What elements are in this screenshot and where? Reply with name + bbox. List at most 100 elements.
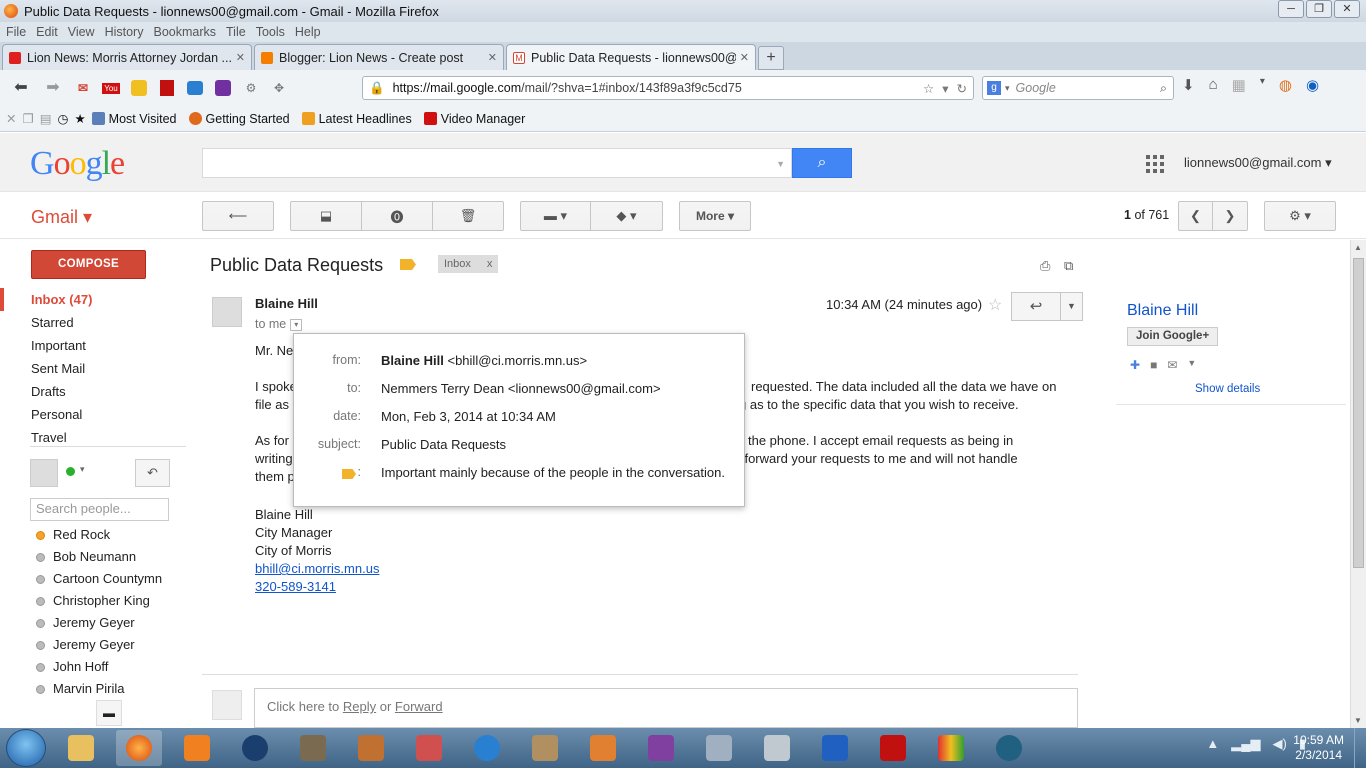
vertical-scrollbar[interactable]: ▲ ▼ [1350,240,1366,728]
reply-button[interactable]: ↩ [1011,292,1061,321]
home-icon[interactable]: ⌂ [1209,76,1218,94]
quick-reply-box[interactable]: Click here to Reply or Forward [254,688,1078,728]
snipping-taskbar-icon[interactable] [406,730,452,766]
nav-drafts[interactable]: Drafts [0,380,186,403]
new-tab-button[interactable]: + [758,46,784,70]
new-window-icon[interactable]: ⧉ [1064,258,1073,274]
status-dropdown-icon[interactable]: ▾ [80,464,85,475]
contact-item[interactable]: Cartoon Countymn [30,568,200,590]
malwarebytes-taskbar-icon[interactable] [812,730,858,766]
tile-icon[interactable]: ▦ [1232,76,1246,94]
firefox-taskbar-icon[interactable] [116,730,162,766]
acrobat-taskbar-icon[interactable] [870,730,916,766]
overflow-dropdown-icon[interactable]: ▾ [1260,76,1265,94]
contact-item[interactable]: Red Rock [30,524,200,546]
menu-view[interactable]: View [68,25,95,39]
gmail-search-input[interactable]: ▼ [202,148,792,178]
engine-dropdown-icon[interactable]: ▾ [1005,83,1010,94]
url-dropdown-icon[interactable]: ▾ [942,81,948,96]
star-icon[interactable]: ☆ [988,295,1002,315]
signature-email-link[interactable]: bhill@ci.morris.mn.us [255,560,379,578]
url-bar[interactable]: 🔒 https://mail.google.com/mail/?shva=1#i… [362,76,974,100]
bookmark-most-visited[interactable]: Most Visited [91,112,177,126]
books-taskbar-icon[interactable] [522,730,568,766]
search-options-icon[interactable]: ▼ [776,159,785,169]
bookmark-getting-started[interactable]: Getting Started [188,112,290,126]
newer-button[interactable]: ❮ [1178,201,1213,231]
addon-badge-icon[interactable]: ◉ [1306,76,1319,94]
contact-panel-name[interactable]: Blaine Hill [1127,302,1198,320]
archive-button[interactable]: ⬓ [290,201,362,231]
nav-personal[interactable]: Personal [0,403,186,426]
labels-button[interactable]: ◆ ▾ [590,201,663,231]
gear-toolbar-icon[interactable]: ⚙ [240,77,262,99]
cut-icon[interactable]: ✕ [6,111,16,126]
addon-globe-icon[interactable]: ◍ [1279,76,1292,94]
show-details-link[interactable]: Show details [1195,383,1260,395]
menu-edit[interactable]: Edit [36,25,58,39]
forward-icon[interactable]: ➡ [40,75,66,101]
forward-link[interactable]: Forward [395,699,443,714]
pdf-toolbar-icon[interactable] [156,77,178,99]
network-tool-taskbar-icon[interactable] [986,730,1032,766]
contact-item[interactable]: Marvin Pirila [30,678,200,700]
menu-tile[interactable]: Tile [226,25,246,39]
paint-taskbar-icon[interactable] [580,730,626,766]
winrar-taskbar-icon[interactable] [638,730,684,766]
volume-icon[interactable]: ◀) [1273,736,1287,752]
tab-lion-news[interactable]: Lion News: Morris Attorney Jordan ... ✕ [2,44,252,70]
scanner-taskbar-icon[interactable] [696,730,742,766]
menu-bookmarks[interactable]: Bookmarks [153,25,216,39]
account-menu[interactable]: lionnews00@gmail.com ▾ [1184,155,1332,171]
tray-expand-icon[interactable]: ▲ [1206,736,1219,752]
older-button[interactable]: ❯ [1212,201,1248,231]
contact-item[interactable]: Jeremy Geyer [30,634,200,656]
close-tab-icon[interactable]: ✕ [236,51,245,64]
paste-icon[interactable]: ▤ [40,111,52,126]
browser-taskbar-icon[interactable] [464,730,510,766]
tab-gmail[interactable]: M Public Data Requests - lionnews00@g...… [506,44,756,70]
onenote-toolbar-icon[interactable] [212,77,234,99]
media-player-taskbar-icon[interactable] [174,730,220,766]
camera-toolbar-icon[interactable] [184,77,206,99]
contact-item[interactable]: Bob Neumann [30,546,200,568]
my-avatar[interactable] [30,459,58,487]
photos-toolbar-icon[interactable] [128,77,150,99]
bookmarks-star-icon[interactable]: ★ [74,111,85,126]
menu-file[interactable]: File [6,25,26,39]
nav-starred[interactable]: Starred [0,311,186,334]
reload-icon[interactable]: ↻ [957,81,967,96]
close-window-button[interactable]: ✕ [1334,0,1360,18]
calculator-taskbar-icon[interactable] [754,730,800,766]
google-logo[interactable]: Google [30,145,125,183]
search-people-input[interactable]: Search people... [30,498,169,521]
print-icon[interactable]: ⎙ [1040,258,1050,274]
move-to-button[interactable]: ▬ ▾ [520,201,591,231]
copy-icon[interactable]: ❐ [22,111,33,126]
more-actions-dropdown-icon[interactable]: ▼ [1187,358,1196,372]
signature-phone-link[interactable]: 320-589-3141 [255,578,379,596]
download-icon[interactable]: ⬇ [1182,76,1195,94]
chat-bubble-icon[interactable]: ▬ [96,700,122,726]
video-icon[interactable]: ■ [1150,358,1157,372]
scroll-up-icon[interactable]: ▲ [1354,243,1362,252]
compose-button[interactable]: COMPOSE [31,250,146,279]
gimp-taskbar-icon[interactable] [290,730,336,766]
settings-button[interactable]: ⚙ ▾ [1264,201,1336,231]
report-spam-button[interactable]: ⓿ [361,201,433,231]
hp-taskbar-icon[interactable] [232,730,278,766]
online-status-icon[interactable] [66,467,75,476]
maximize-button[interactable]: ❐ [1306,0,1332,18]
close-tab-icon[interactable]: ✕ [488,51,497,64]
show-desktop-button[interactable] [1354,728,1366,768]
start-button[interactable] [6,729,46,767]
sender-name[interactable]: Blaine Hill [255,296,318,311]
history-clock-icon[interactable]: ◷ [58,111,69,126]
signal-icon[interactable]: ▂▄▆ [1231,736,1260,752]
explorer-taskbar-icon[interactable] [58,730,104,766]
nav-sent-mail[interactable]: Sent Mail [0,357,186,380]
archive-taskbar-icon[interactable] [348,730,394,766]
gmail-toolbar-icon[interactable]: ✉ [72,77,94,99]
bookmark-star-icon[interactable]: ☆ [923,81,934,96]
bookmark-latest-headlines[interactable]: Latest Headlines [301,112,412,126]
